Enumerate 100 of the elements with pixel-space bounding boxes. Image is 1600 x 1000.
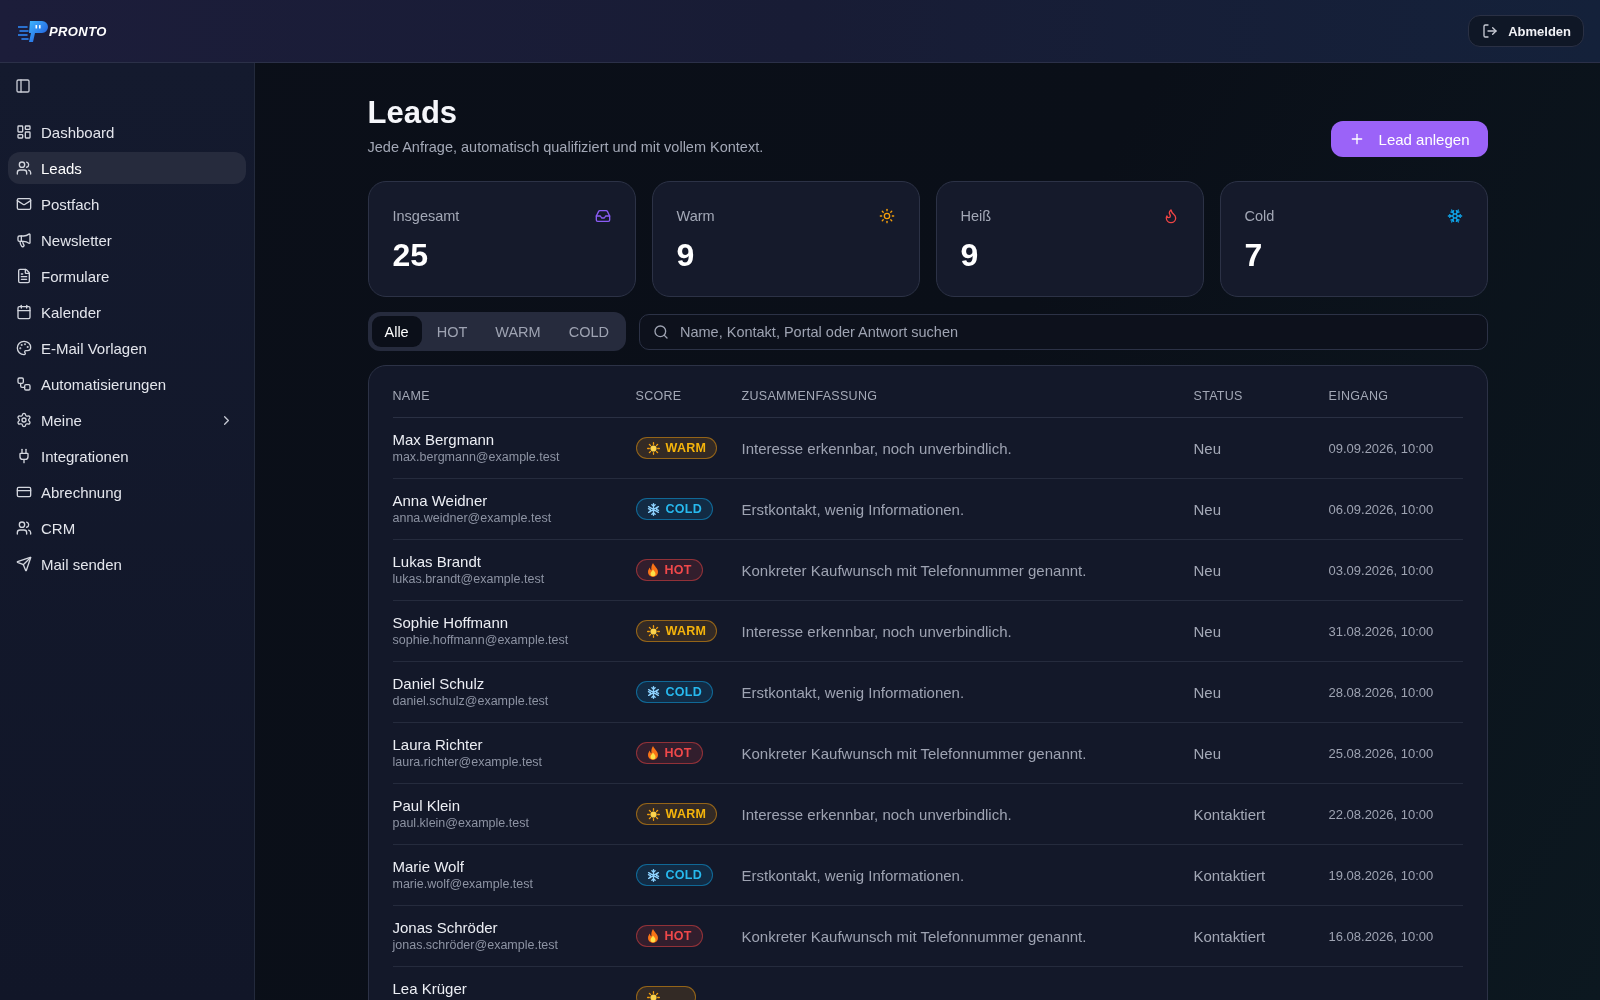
- date-text: 22.08.2026, 10:00: [1328, 806, 1435, 822]
- logo-icon: [18, 19, 48, 43]
- filter-tab[interactable]: HOT: [423, 316, 481, 347]
- lead-name: Lea Krüger: [392, 980, 468, 998]
- summary-text: Erstkontakt, wenig Informationen.: [741, 683, 966, 701]
- score-label: HOT: [664, 929, 692, 943]
- column-header: NAME: [392, 388, 431, 404]
- mail-icon: [16, 196, 32, 212]
- sun-icon: [646, 990, 660, 1000]
- inbox-icon: [594, 208, 611, 224]
- lead-email: sophie.hoffmann@example.test: [392, 632, 570, 648]
- status-text: Kontaktiert: [1193, 866, 1267, 884]
- calendar-icon: [16, 304, 32, 320]
- lead-email: daniel.schulz@example.test: [392, 693, 550, 709]
- send-icon: [16, 556, 32, 572]
- date-text: 28.08.2026, 10:00: [1328, 684, 1435, 700]
- nav-item[interactable]: CRM: [8, 512, 246, 544]
- date-text: 06.09.2026, 10:00: [1328, 501, 1435, 517]
- card-icon: [16, 484, 32, 500]
- users-icon: [16, 160, 32, 176]
- status-text: Neu: [1193, 683, 1223, 701]
- sun-icon: [646, 441, 660, 455]
- status-text: Neu: [1193, 744, 1223, 762]
- nav-item[interactable]: Mail senden: [8, 548, 246, 580]
- nav-item[interactable]: Kalender: [8, 296, 246, 328]
- panel-icon: [15, 78, 31, 94]
- summary-text: Interesse erkennbar, noch unverbindlich.: [741, 439, 1013, 457]
- stat-value: 25: [392, 236, 430, 274]
- nav-item[interactable]: Automatisierungen: [8, 368, 246, 400]
- sun-icon: [878, 208, 895, 224]
- lead-name: Laura Richter: [392, 736, 484, 754]
- page-title: Leads: [367, 95, 459, 131]
- search-field[interactable]: Name, Kontakt, Portal oder Antwort suchen: [638, 313, 1488, 350]
- filter-tab[interactable]: COLD: [555, 316, 622, 347]
- lead-name: Anna Weidner: [392, 492, 489, 510]
- lead-name: Sophie Hoffmann: [392, 614, 510, 632]
- lead-email: jonas.schröder@example.test: [392, 937, 560, 953]
- score-label: COLD: [665, 868, 703, 882]
- status-text: Kontaktiert: [1193, 805, 1267, 823]
- nav-item[interactable]: Integrationen: [8, 440, 246, 472]
- logout-button[interactable]: Abmelden: [1468, 15, 1584, 47]
- nav-item[interactable]: Leads: [8, 152, 246, 184]
- stat-label: Heiß: [960, 207, 992, 226]
- nav-item[interactable]: Abrechnung: [8, 476, 246, 508]
- page-subtitle: Jede Anfrage, automatisch qualifiziert und mit vollem Kontext.: [367, 138, 764, 157]
- settings-icon: [16, 412, 32, 428]
- summary-text: Erstkontakt, wenig Informationen.: [741, 866, 966, 884]
- status-text: Neu: [1193, 500, 1223, 518]
- score-label: COLD: [665, 685, 703, 699]
- summary-text: Konkreter Kaufwunsch mit Telefonnummer genannt.: [741, 927, 1088, 945]
- lead-name: Daniel Schulz: [392, 675, 486, 693]
- score-label: HOT: [664, 563, 692, 577]
- lead-name: Jonas Schröder: [392, 919, 499, 937]
- flame-icon: [646, 746, 659, 760]
- stat-label: Cold: [1244, 207, 1275, 226]
- filter-tab[interactable]: WARM: [482, 316, 554, 347]
- nav-item[interactable]: Meine: [8, 404, 246, 436]
- snowflake-icon: [646, 502, 660, 516]
- stat-value: 9: [960, 236, 980, 274]
- document-icon: [16, 268, 32, 284]
- date-text: 19.08.2026, 10:00: [1328, 867, 1435, 883]
- lead-name: Max Bergmann: [392, 431, 496, 449]
- add-lead-button[interactable]: Lead anlegen: [1330, 121, 1488, 157]
- score-label: WARM: [665, 441, 707, 455]
- column-header: STATUS: [1193, 388, 1244, 404]
- nav-item[interactable]: Dashboard: [8, 116, 246, 148]
- workflow-icon: [16, 376, 32, 392]
- status-text: Neu: [1193, 622, 1223, 640]
- lead-name: Paul Klein: [392, 797, 462, 815]
- lead-email: laura.richter@example.test: [392, 754, 544, 770]
- logout-icon: [1482, 23, 1499, 39]
- status-text: Neu: [1193, 439, 1223, 457]
- lead-email: lukas.brandt@example.test: [392, 571, 546, 587]
- summary-text: Interesse erkennbar, noch unverbindlich.: [741, 805, 1013, 823]
- nav-item[interactable]: Postfach: [8, 188, 246, 220]
- flame-icon: [646, 929, 659, 943]
- snowflake-icon: [646, 868, 660, 882]
- filter-tab[interactable]: Alle: [371, 316, 422, 347]
- summary-text: Interesse erkennbar, noch unverbindlich.: [741, 622, 1013, 640]
- score-label: WARM: [665, 807, 707, 821]
- date-text: 16.08.2026, 10:00: [1328, 928, 1435, 944]
- search-icon: [652, 323, 669, 340]
- snowflake-icon: [646, 685, 660, 699]
- lead-name: Marie Wolf: [392, 858, 465, 876]
- stat-value: 7: [1244, 236, 1264, 274]
- nav-item[interactable]: Formulare: [8, 260, 246, 292]
- score-label: WARM: [665, 624, 707, 638]
- date-text: 03.09.2026, 10:00: [1328, 562, 1435, 578]
- flame-icon: [646, 563, 659, 577]
- nav-item[interactable]: E-Mail Vorlagen: [8, 332, 246, 364]
- date-text: 25.08.2026, 10:00: [1328, 745, 1435, 761]
- snowflake-icon: [1446, 208, 1463, 224]
- score-label: COLD: [665, 502, 703, 516]
- nav-item[interactable]: Newsletter: [8, 224, 246, 256]
- date-text: 31.08.2026, 10:00: [1328, 623, 1435, 639]
- column-header: ZUSAMMENFASSUNG: [741, 388, 879, 404]
- column-header: EINGANG: [1328, 388, 1390, 404]
- plug-icon: [16, 448, 32, 464]
- lead-email: paul.klein@example.test: [392, 815, 530, 831]
- sun-icon: [646, 807, 660, 821]
